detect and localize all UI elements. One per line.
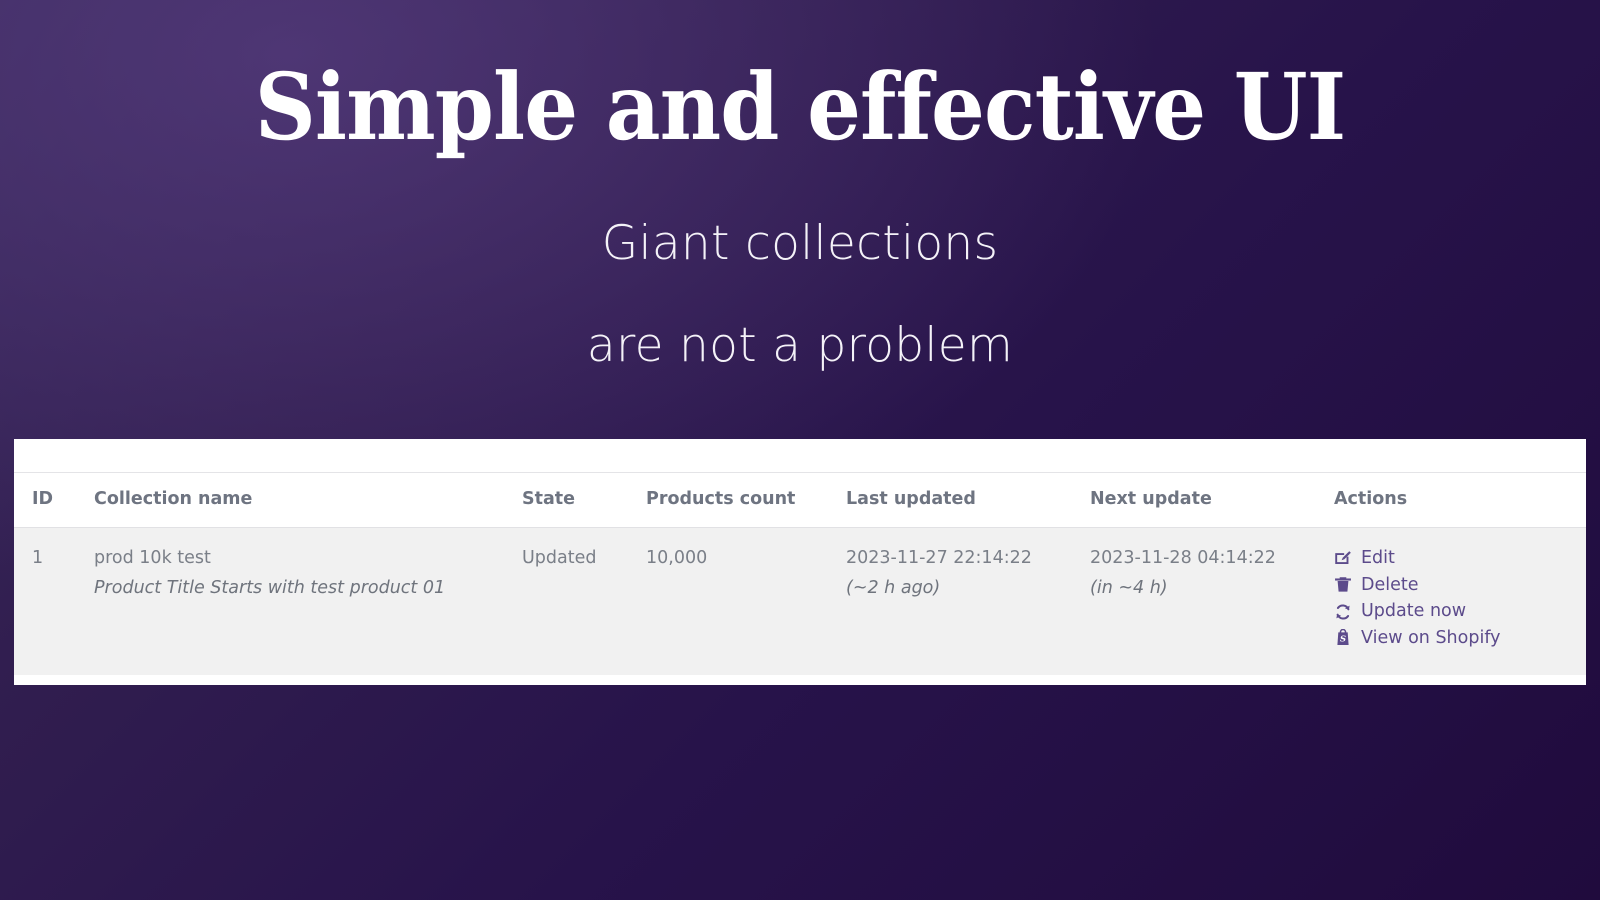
hero-subtitle-line-2: are not a problem [586, 317, 1014, 373]
trash-icon [1334, 576, 1352, 594]
cell-collection-name: prod 10k test Product Title Starts with … [94, 526, 522, 675]
cell-state: Updated [522, 526, 646, 675]
page-title: Simple and effective UI [254, 53, 1346, 161]
actions-list: Edit Delete Update now S View on Shopify [1334, 548, 1586, 649]
pencil-square-icon [1334, 549, 1352, 567]
hero-section: Simple and effective UI Giant collection… [0, 0, 1600, 370]
view-on-shopify-label: View on Shopify [1361, 627, 1501, 648]
shopify-bag-icon: S [1334, 629, 1352, 647]
collections-table-card: ID Collection name State Products count … [14, 439, 1586, 685]
table-row: 1 prod 10k test Product Title Starts wit… [14, 526, 1586, 675]
cell-last-updated: 2023-11-27 22:14:22 (~2 h ago) [846, 526, 1090, 675]
cell-products-count: 10,000 [646, 526, 846, 675]
products-count-value: 10,000 [646, 548, 708, 568]
hero-subtitle-line-1: Giant collections [601, 216, 999, 272]
svg-text:S: S [1340, 634, 1346, 644]
next-update-relative: (in ~4 h) [1090, 577, 1168, 598]
next-update-timestamp: 2023-11-28 04:14:22 [1090, 548, 1276, 568]
column-header-last-updated[interactable]: Last updated [846, 472, 1090, 528]
row-id-value: 1 [32, 548, 44, 568]
cell-next-update: 2023-11-28 04:14:22 (in ~4 h) [1090, 526, 1334, 675]
column-header-next-update[interactable]: Next update [1090, 472, 1334, 528]
edit-label: Edit [1361, 548, 1395, 568]
table-body: 1 prod 10k test Product Title Starts wit… [14, 526, 1586, 675]
status-badge: Updated [522, 548, 597, 568]
last-updated-timestamp: 2023-11-27 22:14:22 [846, 548, 1032, 568]
refresh-icon [1334, 603, 1352, 621]
collection-name-value: prod 10k test [94, 548, 211, 568]
column-header-id[interactable]: ID [14, 472, 94, 528]
column-header-actions: Actions [1334, 472, 1586, 528]
column-header-name[interactable]: Collection name [94, 472, 522, 528]
delete-button[interactable]: Delete [1334, 575, 1586, 596]
last-updated-relative: (~2 h ago) [846, 577, 941, 598]
collections-table: ID Collection name State Products count … [14, 472, 1586, 675]
table-header: ID Collection name State Products count … [14, 472, 1586, 528]
update-now-button[interactable]: Update now [1334, 601, 1586, 622]
table-header-row: ID Collection name State Products count … [14, 472, 1586, 528]
column-header-count[interactable]: Products count [646, 472, 846, 528]
edit-button[interactable]: Edit [1334, 548, 1586, 569]
cell-id: 1 [14, 526, 94, 675]
delete-label: Delete [1361, 574, 1419, 595]
collection-rule-value: Product Title Starts with test product 0… [94, 577, 446, 598]
column-header-state[interactable]: State [522, 472, 646, 528]
page-root: Simple and effective UI Giant collection… [0, 0, 1600, 900]
update-now-label: Update now [1361, 601, 1467, 622]
cell-actions: Edit Delete Update now S View on Shopify [1334, 526, 1586, 675]
view-on-shopify-button[interactable]: S View on Shopify [1334, 628, 1586, 649]
